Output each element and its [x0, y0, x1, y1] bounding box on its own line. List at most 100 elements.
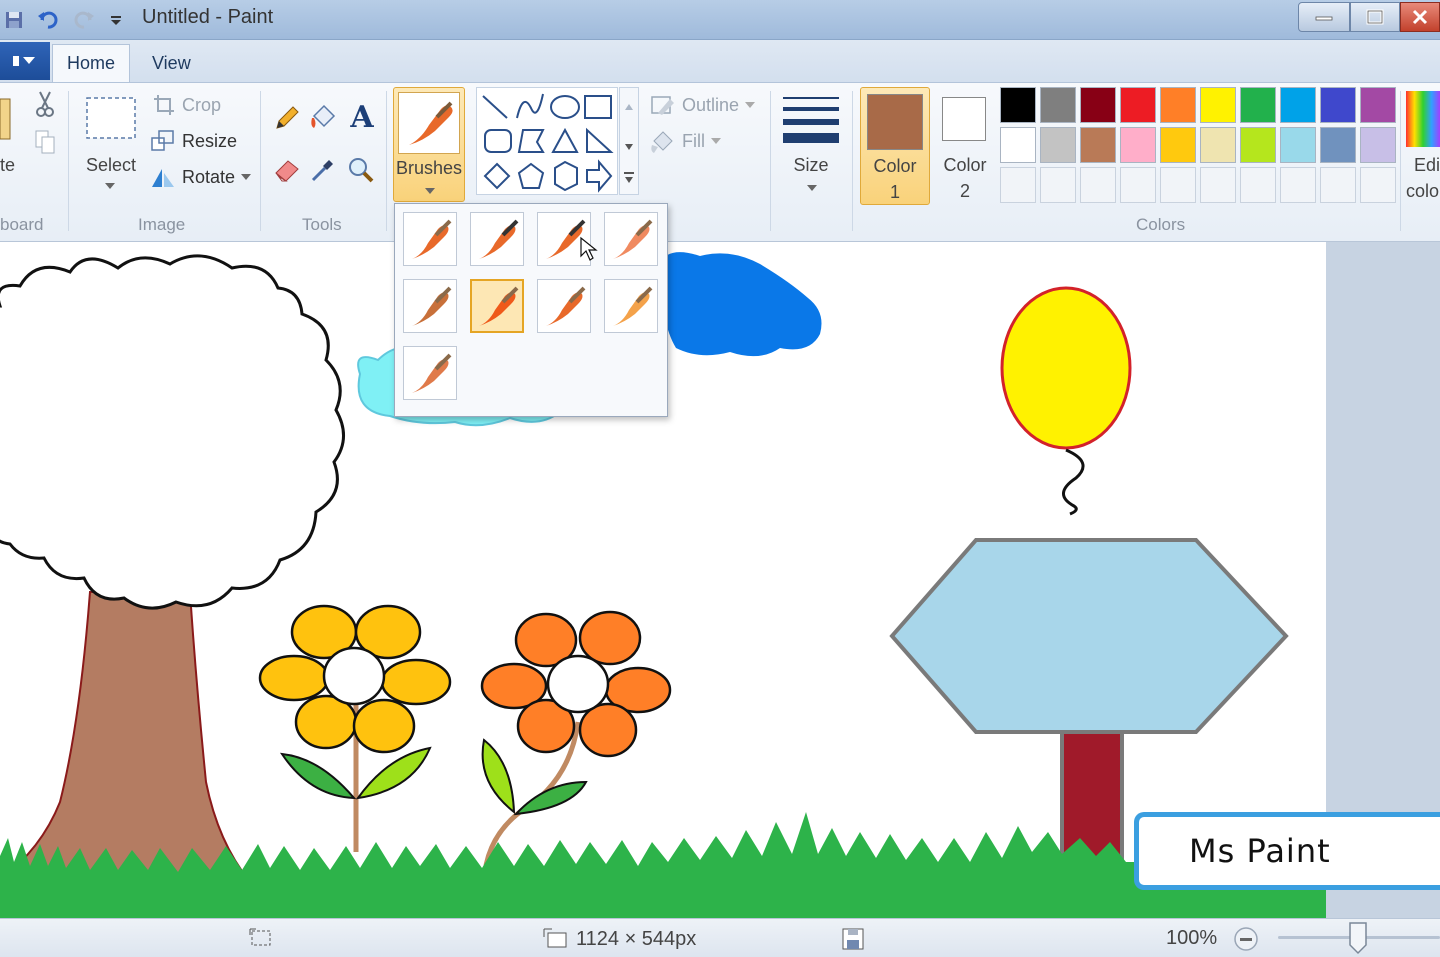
palette-swatch[interactable]	[1320, 127, 1356, 163]
palette-custom-slot[interactable]	[1080, 167, 1116, 203]
color-picker-icon[interactable]	[306, 153, 340, 187]
select-icon[interactable]	[84, 95, 138, 141]
rotate-button[interactable]: Rotate	[150, 165, 252, 189]
clipboard-group-label: board	[0, 215, 44, 234]
canvas-size-icon	[543, 928, 567, 948]
fill-bucket-icon[interactable]	[306, 101, 340, 135]
maximize-button[interactable]	[1350, 2, 1400, 32]
mouse-cursor-icon	[580, 236, 598, 261]
paste-icon[interactable]	[0, 93, 14, 143]
resize-label: Resize	[182, 130, 238, 151]
crop-button[interactable]: Crop	[152, 93, 221, 117]
tab-home[interactable]: Home	[52, 44, 131, 82]
palette-swatch[interactable]	[1120, 87, 1156, 123]
balloon-string	[1062, 448, 1085, 516]
cut-icon[interactable]	[32, 89, 58, 119]
edit-colors-label-2[interactable]: colo	[1406, 181, 1440, 202]
palette-swatch[interactable]	[1360, 87, 1396, 123]
palette-swatch[interactable]	[1000, 127, 1036, 163]
size-label[interactable]: Size	[780, 155, 842, 176]
color2-button[interactable]: Color 2	[934, 87, 996, 205]
minimize-button[interactable]	[1298, 2, 1350, 32]
palette-custom-slot[interactable]	[1040, 167, 1076, 203]
resize-button[interactable]: Resize	[150, 129, 237, 153]
status-bar: 1124 × 544px 100%	[0, 918, 1440, 957]
palette-custom-slot[interactable]	[1120, 167, 1156, 203]
palette-swatch[interactable]	[1040, 127, 1076, 163]
color1-button[interactable]: Color 1	[860, 87, 930, 205]
file-menu-button[interactable]	[0, 42, 50, 80]
eraser-icon[interactable]	[270, 153, 304, 187]
edit-colors-label-1[interactable]: Edi	[1406, 155, 1440, 176]
marker-icon	[546, 286, 586, 326]
palette-swatch[interactable]	[1000, 87, 1036, 123]
palette-custom-slot[interactable]	[1240, 167, 1276, 203]
crayon-option[interactable]	[470, 279, 524, 333]
color2-number: 2	[959, 181, 970, 201]
chevron-down-icon[interactable]	[104, 181, 116, 191]
shapes-scrollbar[interactable]	[619, 87, 639, 195]
natural-pencil-option[interactable]	[604, 279, 658, 333]
palette-swatch[interactable]	[1080, 87, 1116, 123]
color1-swatch	[867, 94, 923, 150]
palette-swatch[interactable]	[1280, 87, 1316, 123]
group-divider	[386, 91, 387, 231]
watercolor-brush-option[interactable]	[403, 346, 457, 400]
palette-swatch[interactable]	[1160, 87, 1196, 123]
palette-custom-slot[interactable]	[1000, 167, 1036, 203]
palette-swatch[interactable]	[1160, 127, 1196, 163]
text-tool-icon[interactable]: A	[344, 99, 380, 135]
palette-swatch[interactable]	[1240, 127, 1276, 163]
chevron-down-icon	[241, 174, 252, 180]
palette-custom-slot[interactable]	[1280, 167, 1316, 203]
redo-icon[interactable]	[70, 6, 98, 34]
oil-brush-option[interactable]	[403, 279, 457, 333]
fill-button[interactable]: Fill	[650, 129, 721, 153]
caption-text: Ms Paint	[1189, 832, 1331, 870]
palette-custom-slot[interactable]	[1360, 167, 1396, 203]
palette-custom-slot[interactable]	[1200, 167, 1236, 203]
title-bar: Untitled - Paint	[0, 0, 1440, 40]
pencil-icon[interactable]	[270, 101, 304, 135]
palette-swatch[interactable]	[1040, 87, 1076, 123]
palette-swatch[interactable]	[1240, 87, 1276, 123]
zoom-out-button[interactable]	[1232, 925, 1260, 953]
calligraphy-brush-1-option[interactable]	[470, 212, 524, 266]
palette-swatch[interactable]	[1120, 127, 1156, 163]
chevron-down-icon[interactable]	[806, 183, 818, 193]
save-icon[interactable]	[0, 6, 28, 34]
signpost-board	[889, 538, 1289, 734]
close-button[interactable]	[1400, 2, 1440, 32]
palette-swatch[interactable]	[1320, 87, 1356, 123]
paste-label: te	[0, 155, 16, 175]
copy-icon[interactable]	[32, 127, 58, 157]
palette-swatch[interactable]	[1360, 127, 1396, 163]
outline-button[interactable]: Outline	[650, 93, 756, 117]
magnifier-icon[interactable]	[344, 153, 378, 187]
palette-custom-slot[interactable]	[1320, 167, 1356, 203]
palette-swatch[interactable]	[1200, 127, 1236, 163]
customize-toolbar-icon[interactable]	[102, 6, 130, 34]
outline-icon	[651, 96, 674, 115]
colors-group-label: Colors	[1136, 215, 1186, 234]
size-icon[interactable]	[780, 91, 842, 151]
ribbon-tab-row: Home View	[0, 40, 1440, 82]
palette-swatch[interactable]	[1200, 87, 1236, 123]
edit-colors-icon[interactable]	[1406, 91, 1440, 147]
palette-swatch[interactable]	[1080, 127, 1116, 163]
shapes-gallery[interactable]	[476, 87, 618, 195]
tab-view[interactable]: View	[138, 44, 205, 82]
yellow-flower-center	[322, 646, 386, 706]
undo-icon[interactable]	[34, 6, 62, 34]
brushes-button[interactable]: Brushes	[393, 87, 465, 202]
select-label[interactable]: Select	[82, 155, 140, 176]
canvas-dimensions: 1124 × 544px	[576, 927, 697, 950]
zoom-slider-thumb[interactable]	[1348, 921, 1368, 955]
palette-custom-slot[interactable]	[1160, 167, 1196, 203]
brush-option[interactable]	[403, 212, 457, 266]
natural-pencil-icon	[613, 286, 653, 326]
oil-brush-icon	[412, 286, 452, 326]
palette-swatch[interactable]	[1280, 127, 1316, 163]
airbrush-option[interactable]	[604, 212, 658, 266]
marker-option[interactable]	[537, 279, 591, 333]
